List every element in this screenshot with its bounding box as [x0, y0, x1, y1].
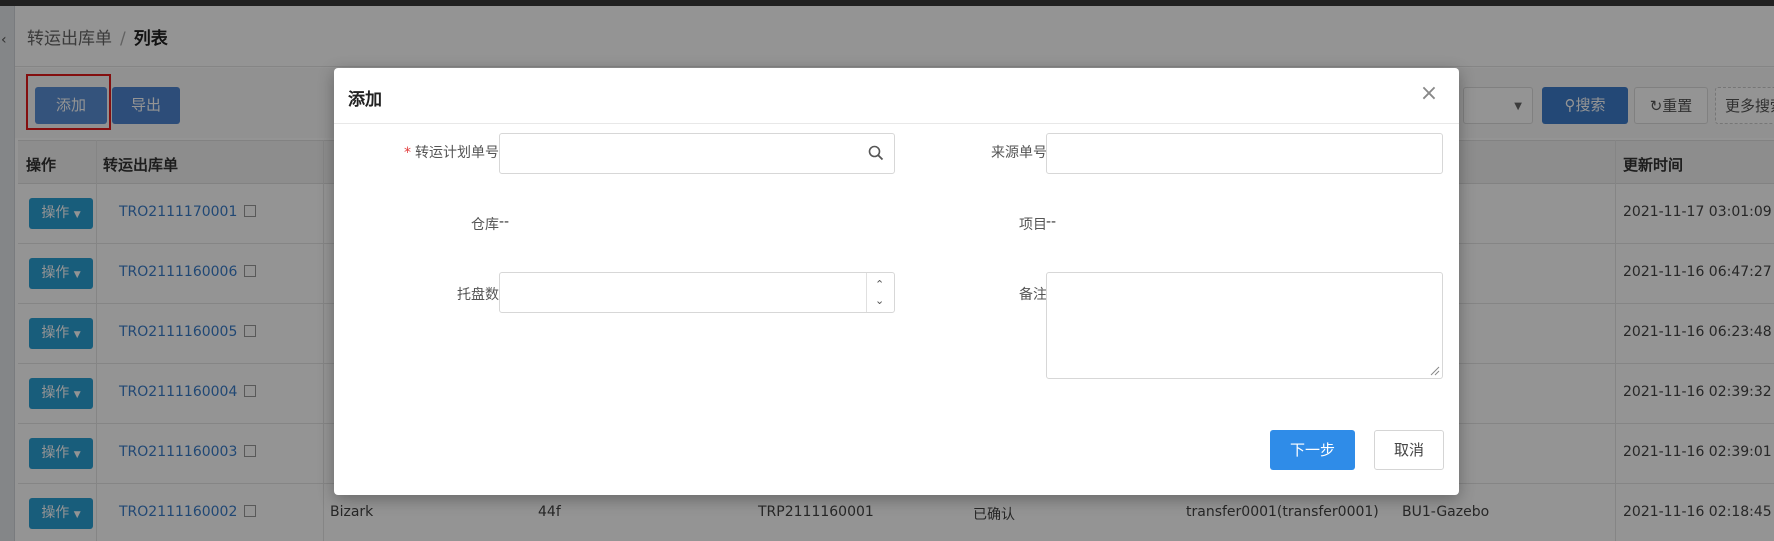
- chevron-up-icon[interactable]: ⌃: [875, 279, 884, 290]
- plan-no-input[interactable]: [499, 133, 895, 174]
- remark-textarea[interactable]: [1046, 272, 1443, 379]
- project-label: 项目: [1019, 217, 1047, 233]
- required-mark: *: [404, 145, 411, 161]
- warehouse-value: --: [499, 214, 510, 230]
- search-icon[interactable]: [868, 145, 884, 161]
- source-no-label: 来源单号: [991, 145, 1047, 161]
- warehouse-label: 仓库: [471, 217, 499, 233]
- plan-no-label-text: 转运计划单号: [415, 145, 499, 161]
- close-icon[interactable]: ×: [1418, 83, 1440, 105]
- pallet-count-stepper[interactable]: ⌃ ⌄: [499, 272, 895, 313]
- add-dialog: 添加 × * 转运计划单号 来源单号 仓库 -- 项目 -- 托盘数 ⌃ ⌄ 备注…: [334, 68, 1459, 495]
- project-value: --: [1046, 214, 1057, 230]
- remark-label: 备注: [1019, 287, 1047, 303]
- chevron-down-icon[interactable]: ⌄: [875, 295, 884, 306]
- dialog-header: 添加 ×: [334, 68, 1459, 124]
- dialog-title: 添加: [348, 90, 382, 110]
- pallet-count-label: 托盘数: [457, 287, 499, 303]
- resize-handle-icon[interactable]: [1430, 366, 1440, 376]
- source-no-input[interactable]: [1046, 133, 1443, 174]
- plan-no-label: * 转运计划单号: [339, 142, 499, 162]
- cancel-button[interactable]: 取消: [1374, 430, 1444, 470]
- next-step-button[interactable]: 下一步: [1270, 430, 1355, 470]
